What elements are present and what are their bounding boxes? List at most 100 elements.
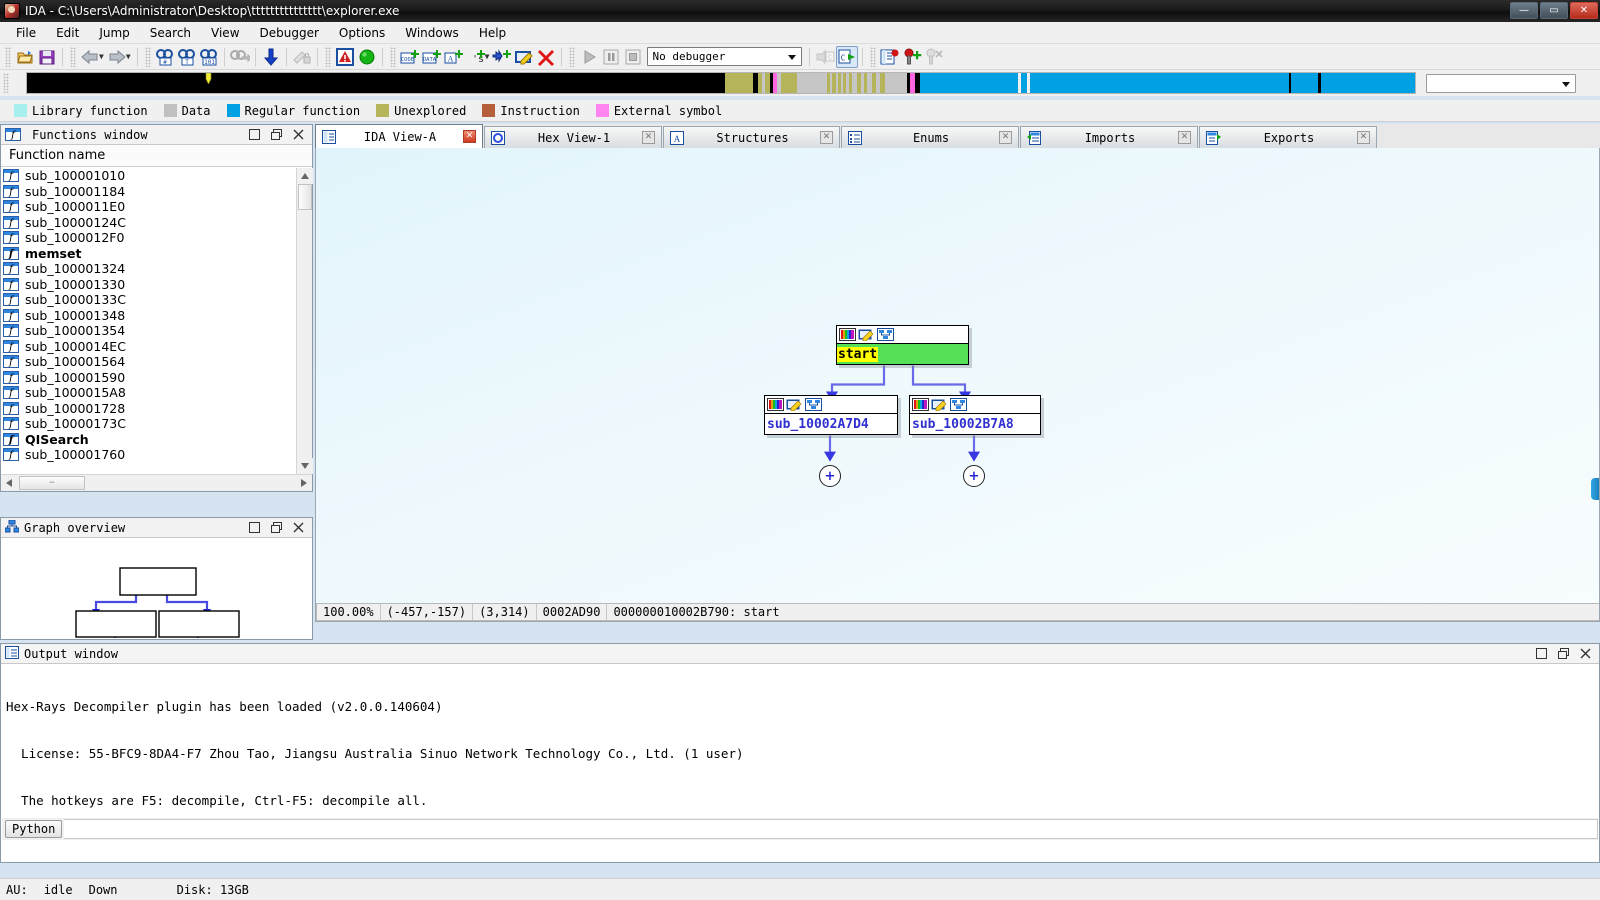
node-label[interactable]: sub_10002B7A8 <box>912 417 1014 432</box>
navband-selector[interactable] <box>1426 73 1576 93</box>
toolbar-grip[interactable] <box>569 46 576 67</box>
save-icon[interactable] <box>36 46 58 68</box>
menu-search[interactable]: Search <box>140 24 201 42</box>
toolbar-grip[interactable] <box>324 46 331 67</box>
continue-c-icon[interactable]: C <box>836 45 859 68</box>
list-item[interactable]: f sub_100001590 <box>1 370 297 386</box>
list-item[interactable]: f sub_100001564 <box>1 354 297 370</box>
tab-hex-view-1[interactable]: Hex View-1 ✕ <box>484 126 662 148</box>
delete-icon[interactable] <box>535 46 557 68</box>
close-icon[interactable] <box>292 522 304 534</box>
menu-debugger[interactable]: Debugger <box>250 24 329 42</box>
graph-node-expand-right[interactable]: + <box>963 465 985 487</box>
tab-exports[interactable]: Exports ✕ <box>1199 126 1377 148</box>
list-item[interactable]: f sub_10000133C <box>1 292 297 308</box>
navigation-band[interactable] <box>26 72 1416 94</box>
node-label[interactable]: sub_10002A7D4 <box>767 417 869 432</box>
list-item[interactable]: f sub_100001760 <box>1 447 297 463</box>
list-item[interactable]: f sub_10000173C <box>1 416 297 432</box>
make-code-icon[interactable]: CODE <box>399 46 421 68</box>
search-hex-icon[interactable]: 101 <box>198 46 220 68</box>
scrollbar-thumb[interactable] <box>298 184 312 210</box>
functions-column-header[interactable]: Function name <box>1 145 312 167</box>
stop-icon[interactable] <box>622 46 644 68</box>
tab-structures[interactable]: A Structures ✕ <box>663 126 840 148</box>
list-item[interactable]: f QISearch <box>1 432 297 448</box>
node-edit-icon[interactable] <box>931 398 948 412</box>
add-breakpoint-icon[interactable] <box>901 46 923 68</box>
menu-view[interactable]: View <box>201 24 249 42</box>
list-item[interactable]: f sub_100001348 <box>1 308 297 324</box>
output-log[interactable]: Hex-Rays Decompiler plugin has been load… <box>2 665 1598 817</box>
functions-horizontal-scrollbar[interactable]: ⋯ <box>1 474 312 491</box>
tab-enums[interactable]: Enums ✕ <box>841 126 1019 148</box>
restore-icon[interactable] <box>1557 648 1569 660</box>
ida-graph-canvas[interactable]: start sub_10002A7D4 sub_10002B7A8 + + 10… <box>315 148 1600 622</box>
pause-icon[interactable] <box>600 46 622 68</box>
scroll-up-icon[interactable] <box>297 168 313 184</box>
undefine-icon[interactable] <box>491 46 513 68</box>
node-graph-icon[interactable] <box>950 397 967 412</box>
search-text-icon[interactable]: T <box>176 46 198 68</box>
graph-scroll-hint[interactable] <box>1591 478 1599 500</box>
step-c-icon[interactable]: C <box>814 46 836 68</box>
make-struct-icon[interactable]: 's <box>465 46 487 68</box>
graph-node-expand-left[interactable]: + <box>819 465 841 487</box>
maximize-icon[interactable] <box>1535 648 1547 660</box>
edit-function-icon[interactable] <box>513 46 535 68</box>
make-ascii-icon[interactable]: A <box>443 46 465 68</box>
menu-file[interactable]: File <box>6 24 46 42</box>
menu-options[interactable]: Options <box>329 24 395 42</box>
restore-icon[interactable] <box>270 129 282 141</box>
list-item[interactable]: f sub_100001728 <box>1 401 297 417</box>
green-ball-icon[interactable] <box>356 46 378 68</box>
node-color-palette-icon[interactable] <box>767 397 784 412</box>
tab-imports[interactable]: Imports ✕ <box>1020 126 1198 148</box>
maximize-button[interactable]: ▭ <box>1540 2 1568 19</box>
close-button[interactable]: ✕ <box>1570 2 1598 19</box>
list-item[interactable]: f memset <box>1 246 297 262</box>
toolbar-grip[interactable] <box>870 46 877 67</box>
node-color-palette-icon[interactable] <box>839 327 856 342</box>
search-hash-icon[interactable]: # <box>154 46 176 68</box>
debugger-select[interactable]: No debugger <box>647 47 803 66</box>
toolbar-grip[interactable] <box>70 46 76 67</box>
node-graph-icon[interactable] <box>805 397 822 412</box>
close-icon[interactable] <box>292 129 304 141</box>
run-icon[interactable] <box>578 46 600 68</box>
scroll-right-icon[interactable] <box>296 475 312 491</box>
jump-down-icon[interactable] <box>260 46 282 68</box>
maximize-icon[interactable] <box>248 129 260 141</box>
functions-list[interactable]: f sub_100001010 f sub_100001184 f sub_10000… <box>1 168 297 474</box>
navband-grip[interactable] <box>3 73 9 93</box>
menu-help[interactable]: Help <box>469 24 516 42</box>
restore-icon[interactable] <box>270 522 282 534</box>
forward-arrow-icon[interactable] <box>106 46 128 68</box>
graph-overview-canvas[interactable] <box>2 539 311 638</box>
list-item[interactable]: f sub_100001354 <box>1 323 297 339</box>
list-item[interactable]: f sub_100001184 <box>1 184 297 200</box>
maximize-icon[interactable] <box>248 522 260 534</box>
close-icon[interactable] <box>1579 648 1591 660</box>
breakpoint-list-icon[interactable] <box>879 46 901 68</box>
toolbar-grip[interactable] <box>144 46 151 67</box>
warning-icon[interactable] <box>334 46 356 68</box>
tab-close-icon[interactable]: ✕ <box>463 130 476 143</box>
tab-close-icon[interactable]: ✕ <box>642 131 655 144</box>
graph-node-sub-10002a7d4[interactable]: sub_10002A7D4 <box>764 395 898 435</box>
toolbar-grip[interactable] <box>389 46 396 67</box>
list-item[interactable]: f sub_1000012F0 <box>1 230 297 246</box>
open-file-icon[interactable] <box>14 46 36 68</box>
node-edit-icon[interactable] <box>786 398 803 412</box>
list-item[interactable]: f sub_100001324 <box>1 261 297 277</box>
graph-node-start[interactable]: start <box>836 325 969 365</box>
output-command-input[interactable] <box>64 819 1598 839</box>
back-arrow-icon[interactable] <box>79 46 101 68</box>
graph-node-sub-10002b7a8[interactable]: sub_10002B7A8 <box>909 395 1041 435</box>
list-item[interactable]: f sub_10000124C <box>1 215 297 231</box>
node-edit-icon[interactable] <box>858 328 875 342</box>
del-breakpoint-icon[interactable] <box>923 46 945 68</box>
make-data-icon[interactable]: DATA <box>421 46 443 68</box>
tab-close-icon[interactable]: ✕ <box>820 131 833 144</box>
node-color-palette-icon[interactable] <box>912 397 929 412</box>
